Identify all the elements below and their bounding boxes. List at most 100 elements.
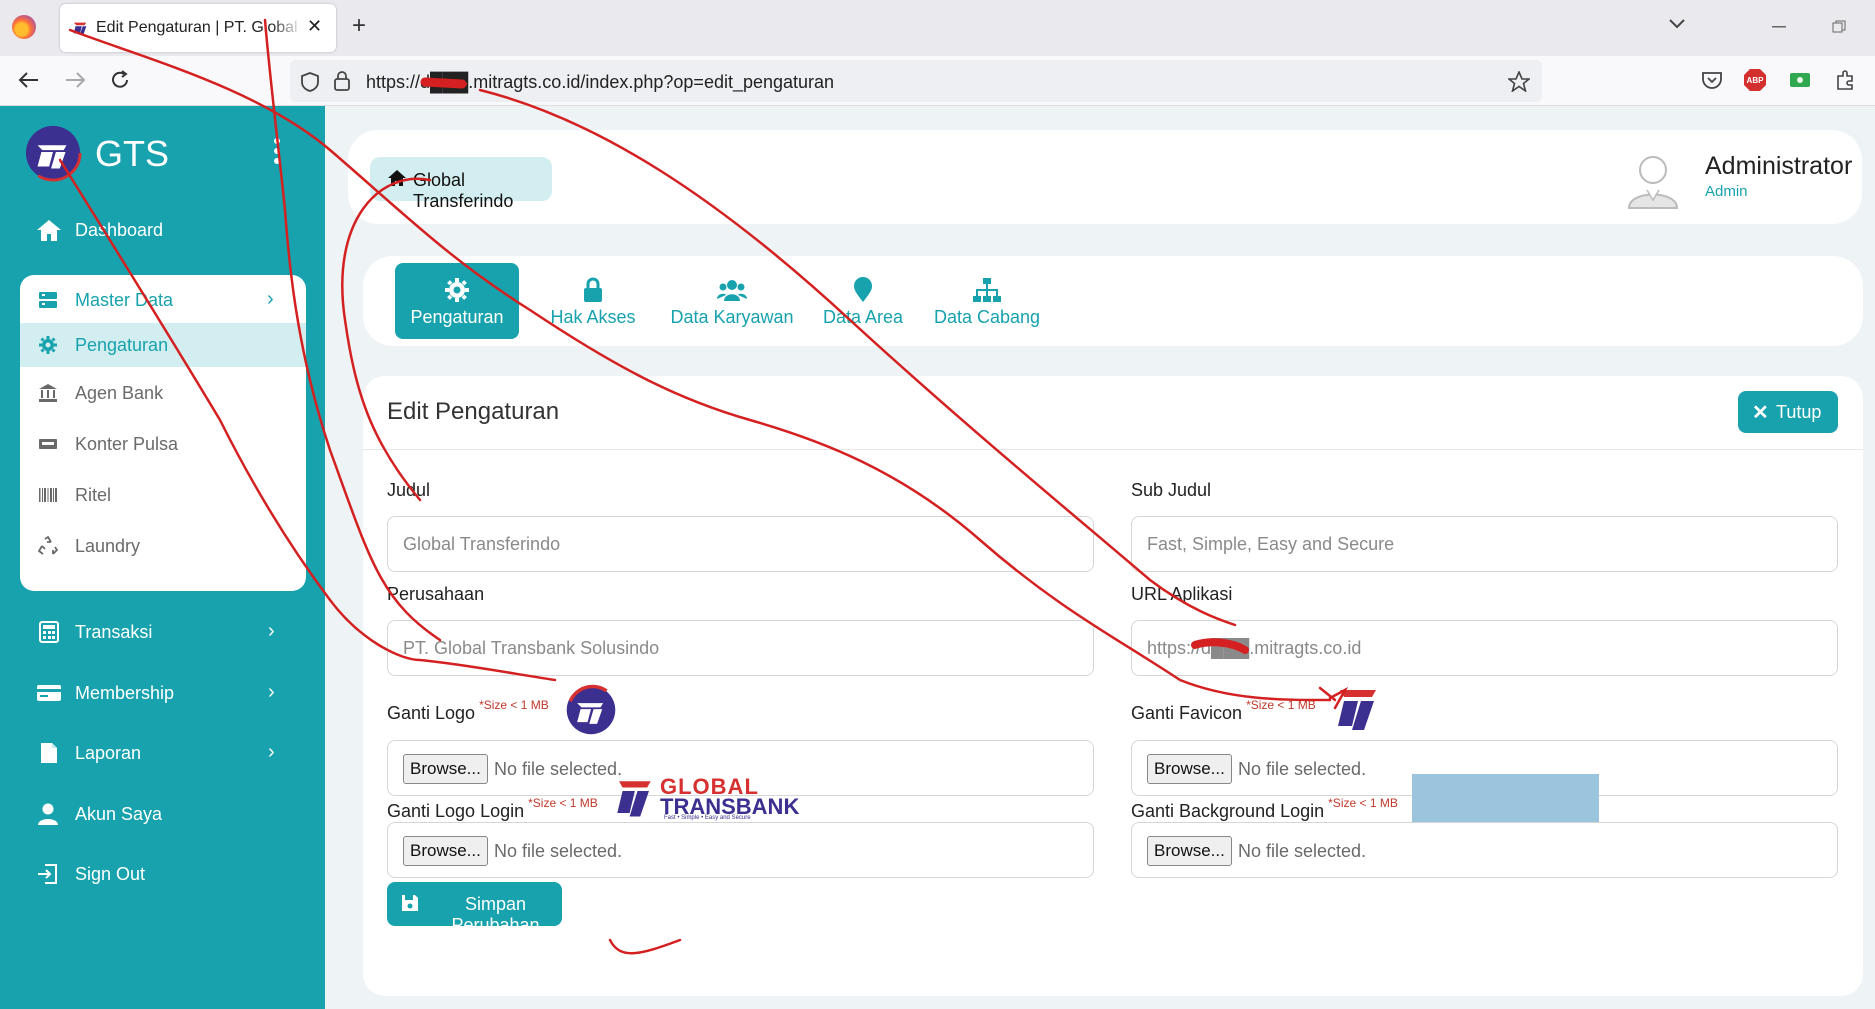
home-icon	[37, 220, 61, 241]
shield-icon[interactable]	[300, 71, 320, 93]
tab-hak-akses[interactable]: Hak Akses	[533, 263, 653, 339]
minimize-icon[interactable]	[1772, 26, 1786, 28]
bookmark-star-icon[interactable]	[1508, 71, 1530, 92]
browse-button[interactable]: Browse...	[1147, 754, 1232, 784]
sidebar-item-membership[interactable]: Membership ›	[36, 673, 296, 713]
sidebar-item-master-data[interactable]: Master Data ›	[20, 275, 306, 325]
url-aplikasi-field[interactable]	[1131, 620, 1838, 676]
save-button-label: Simpan Perubahan	[451, 894, 540, 935]
sub-judul-field[interactable]	[1131, 516, 1838, 572]
tab-pengaturan[interactable]: Pengaturan	[395, 263, 519, 339]
user-icon	[38, 803, 58, 825]
sitemap-icon	[973, 278, 1001, 302]
sign-out-icon	[38, 864, 57, 884]
browse-button[interactable]: Browse...	[403, 836, 488, 866]
perusahaan-field[interactable]	[387, 620, 1094, 676]
tab-label: Data Cabang	[933, 307, 1041, 327]
url-bar[interactable]: https://d███.mitragts.co.id/index.php?op…	[290, 60, 1542, 102]
sidebar-item-sign-out[interactable]: Sign Out	[36, 854, 296, 894]
sub-judul-label: Sub Judul	[1131, 480, 1212, 500]
sidebar-item-konter-pulsa[interactable]: Konter Pulsa	[20, 419, 306, 469]
brand-name: GTS	[95, 133, 170, 174]
background-preview	[1412, 774, 1599, 824]
size-note: *Size < 1 MB	[528, 796, 598, 810]
recycle-icon	[38, 536, 58, 555]
svg-text:ABP: ABP	[1747, 76, 1765, 85]
sidebar-item-label: Laundry	[75, 536, 141, 556]
logo-login-preview: GLOBAL TRANSBANK Fast • Simple • Easy an…	[612, 774, 802, 822]
sidebar-item-label: Laporan	[75, 743, 142, 763]
kebab-menu-icon[interactable]	[274, 138, 280, 168]
sidebar-item-akun-saya[interactable]: Akun Saya	[36, 794, 296, 834]
save-button[interactable]: Simpan Perubahan	[387, 882, 562, 935]
size-note: *Size < 1 MB	[479, 698, 549, 712]
map-marker-icon	[854, 277, 872, 302]
sidebar-item-ritel[interactable]: Ritel	[20, 470, 306, 520]
sidebar-item-dashboard[interactable]: Dashboard	[36, 210, 296, 250]
firefox-icon[interactable]	[12, 15, 36, 39]
restore-icon[interactable]	[1832, 20, 1846, 34]
user-name[interactable]: Administrator	[1705, 152, 1852, 181]
judul-field[interactable]	[387, 516, 1094, 572]
sidebar-item-pengaturan[interactable]: Pengaturan	[20, 323, 306, 367]
barcode-icon	[39, 488, 57, 502]
background-login-file-input[interactable]: Browse... No file selected.	[1131, 822, 1838, 878]
sidebar-item-laporan[interactable]: Laporan ›	[36, 733, 296, 773]
no-file-text: No file selected.	[494, 759, 623, 779]
chevron-right-icon: ›	[267, 288, 274, 310]
sidebar-item-label: Dashboard	[75, 220, 164, 240]
sidebar-item-label: Konter Pulsa	[75, 434, 179, 454]
sidebar-item-laundry[interactable]: Laundry	[20, 521, 306, 571]
tab-data-cabang[interactable]: Data Cabang	[925, 263, 1049, 339]
sidebar-item-label: Membership	[75, 683, 175, 703]
tab-list-chevron-icon[interactable]	[1668, 18, 1686, 30]
document-icon	[41, 743, 57, 763]
sidebar-item-label: Master Data	[75, 290, 174, 310]
browse-button[interactable]: Browse...	[1147, 836, 1232, 866]
url-text[interactable]: https://d███.mitragts.co.id/index.php?op…	[366, 72, 834, 93]
no-file-text: No file selected.	[494, 841, 623, 861]
gear-icon	[445, 278, 469, 302]
avatar[interactable]	[1625, 150, 1681, 210]
gts-logo-icon[interactable]	[24, 124, 82, 182]
pocket-icon[interactable]	[1700, 68, 1724, 92]
tab-label: Data Karyawan	[670, 307, 794, 327]
lock-icon	[584, 277, 602, 302]
lock-icon[interactable]	[334, 71, 350, 91]
users-icon	[717, 280, 747, 301]
logo-preview-icon	[566, 684, 616, 735]
sidebar-item-label: Agen Bank	[75, 383, 164, 403]
forward-arrow-icon[interactable]	[64, 71, 86, 89]
site-favicon-icon	[73, 22, 87, 35]
browser-nav-bar: https://d███.mitragts.co.id/index.php?op…	[0, 56, 1875, 106]
browser-tab[interactable]: Edit Pengaturan | PT. Global Transbank S…	[60, 4, 336, 52]
url-aplikasi-label: URL Aplikasi	[1131, 584, 1233, 604]
new-tab-button[interactable]: +	[352, 12, 366, 40]
browse-button[interactable]: Browse...	[403, 754, 488, 784]
tab-label: Data Area	[822, 307, 904, 327]
close-tab-icon[interactable]: ✕	[307, 16, 322, 37]
bank-icon	[39, 384, 57, 402]
sidebar-item-agen-bank[interactable]: Agen Bank	[20, 368, 306, 418]
tab-label: Pengaturan	[410, 307, 504, 327]
close-icon: ✕	[1752, 402, 1769, 424]
close-button[interactable]: ✕ Tutup	[1738, 391, 1838, 433]
breadcrumb-label: Global Transferindo	[413, 170, 514, 211]
sidebar-item-transaksi[interactable]: Transaksi ›	[36, 612, 296, 652]
ganti-logo-label: Ganti Logo *Size < 1 MB	[387, 698, 549, 723]
extensions-puzzle-icon[interactable]	[1834, 68, 1858, 92]
database-icon	[39, 292, 57, 308]
no-file-text: No file selected.	[1238, 841, 1367, 861]
user-role: Admin	[1705, 183, 1748, 200]
logo-login-file-input[interactable]: Browse... No file selected.	[387, 822, 1094, 878]
chevron-right-icon: ›	[268, 741, 275, 763]
tab-data-karyawan[interactable]: Data Karyawan	[667, 263, 797, 339]
sidebar-item-label: Ritel	[75, 485, 112, 505]
breadcrumb[interactable]: Global Transferindo	[370, 157, 552, 211]
reload-icon[interactable]	[109, 69, 131, 91]
extension-icon[interactable]	[1788, 68, 1812, 92]
back-arrow-icon[interactable]	[18, 71, 40, 89]
adblock-icon[interactable]: ABP	[1743, 68, 1767, 92]
tab-data-area[interactable]: Data Area	[811, 263, 915, 339]
sidebar: GTS Dashboard Master Data › Pengaturan A…	[0, 106, 325, 1009]
